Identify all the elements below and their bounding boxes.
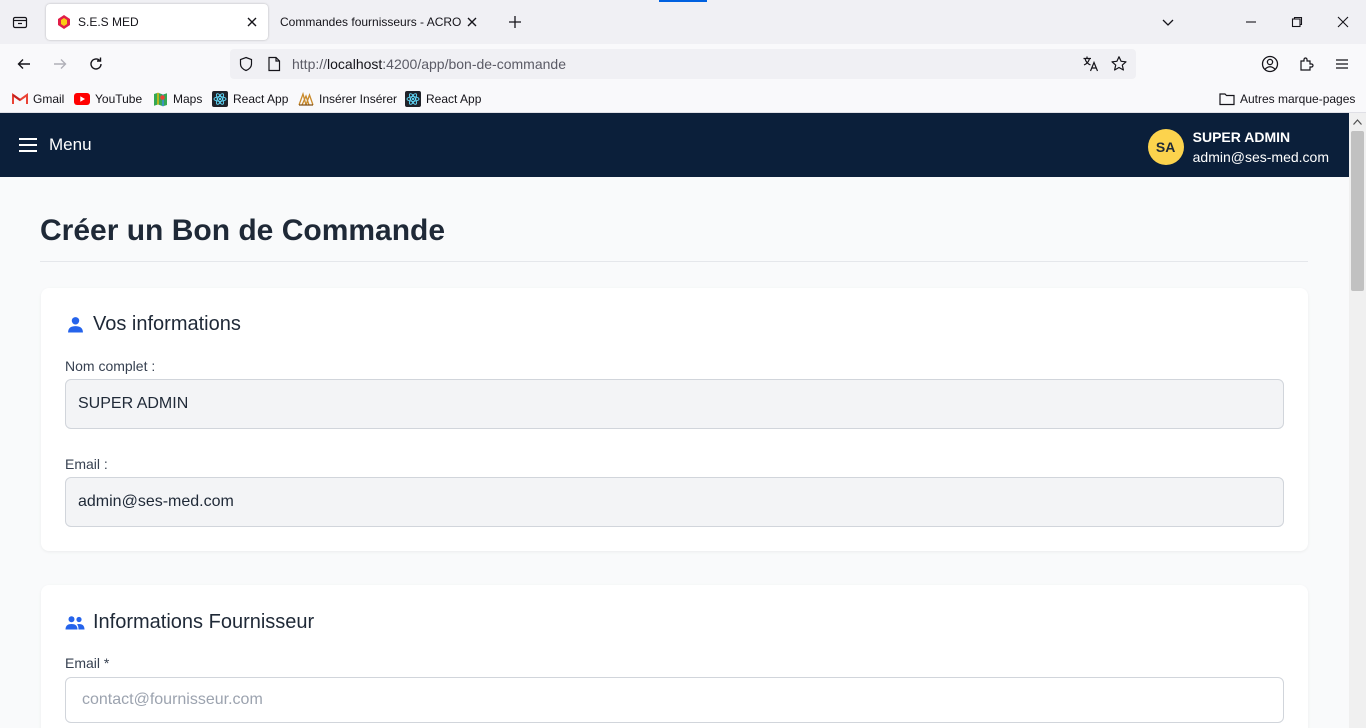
close-window-button[interactable] <box>1331 10 1355 34</box>
url-host: localhost <box>327 56 383 72</box>
react-icon <box>212 91 228 107</box>
bookmark-inserer[interactable]: Insérer Insérer <box>298 90 397 108</box>
users-icon <box>65 613 85 633</box>
your-info-card: Vos informations Nom complet : Email : <box>41 288 1308 551</box>
url-scheme: http:// <box>292 56 328 72</box>
reload-button[interactable] <box>84 52 108 76</box>
bookmarks-bar: Gmail YouTube Maps React App Insérer Ins… <box>0 84 1366 113</box>
close-icon <box>1337 16 1349 28</box>
supplier-email-input[interactable] <box>65 677 1284 723</box>
your-info-heading: Vos informations <box>65 313 241 336</box>
folder-icon <box>1219 91 1235 107</box>
arrow-right-icon <box>54 59 67 69</box>
tab-close-icon[interactable] <box>462 12 482 32</box>
chevron-down-icon <box>1162 19 1174 26</box>
ses-med-favicon-icon <box>58 15 70 29</box>
puzzle-icon <box>1300 57 1314 71</box>
bookmark-label: Maps <box>173 92 203 106</box>
react-icon <box>405 91 421 107</box>
bookmark-label: Insérer Insérer <box>319 92 398 106</box>
back-button[interactable] <box>12 52 36 76</box>
bookmark-youtube[interactable]: YouTube <box>74 90 142 108</box>
avatar: SA <box>1147 129 1184 165</box>
tab-ses-med[interactable]: S.E.S MED <box>46 4 268 40</box>
account-button[interactable] <box>1258 52 1282 76</box>
hamburger-icon <box>1336 59 1348 69</box>
tab-list-button[interactable] <box>8 10 32 34</box>
bookmark-gmail[interactable]: Gmail <box>12 90 64 108</box>
page-scrollbar[interactable] <box>1349 113 1366 728</box>
page-info-icon[interactable] <box>264 54 284 74</box>
minimize-button[interactable] <box>1239 10 1263 34</box>
bookmark-label: Gmail <box>33 92 65 106</box>
tab-close-icon[interactable] <box>242 12 262 32</box>
new-tab-button[interactable] <box>503 10 527 34</box>
youtube-icon <box>74 91 90 107</box>
bookmark-label: React App <box>233 92 289 106</box>
your-info-title: Vos informations <box>93 313 241 335</box>
bookmark-maps[interactable]: Maps <box>152 90 202 108</box>
bookmark-react-app-2[interactable]: React App <box>405 90 481 108</box>
user-details: SUPER ADMIN admin@ses-med.com <box>1193 127 1329 167</box>
full-name-label: Nom complet : <box>65 358 156 374</box>
menu-button[interactable]: Menu <box>18 133 92 157</box>
tab-title: Commandes fournisseurs - ACROBAT <box>280 15 462 29</box>
scroll-up-icon[interactable] <box>1352 116 1363 127</box>
user-icon <box>65 315 85 335</box>
tab-title: S.E.S MED <box>78 15 139 29</box>
bookmark-label: YouTube <box>95 92 143 106</box>
app-header: Menu SA SUPER ADMIN admin@ses-med.com <box>0 113 1349 177</box>
arrow-left-icon <box>17 59 30 69</box>
tab-list-icon <box>12 16 28 29</box>
bookmark-react-app-1[interactable]: React App <box>212 90 288 108</box>
maps-icon <box>152 91 168 107</box>
page-title: Créer un Bon de Commande <box>40 214 446 247</box>
inserer-icon <box>298 91 314 107</box>
app-menu-button[interactable] <box>1330 52 1354 76</box>
full-name-field[interactable] <box>65 379 1284 429</box>
email-label: Email : <box>65 456 108 472</box>
list-all-tabs-button[interactable] <box>1156 10 1180 34</box>
plus-icon <box>509 16 521 28</box>
restore-button[interactable] <box>1285 10 1309 34</box>
url-text[interactable]: http://localhost:4200/app/bon-de-command… <box>292 56 566 72</box>
scroll-thumb[interactable] <box>1351 131 1364 291</box>
supplier-info-heading: Informations Fournisseur <box>65 611 314 634</box>
tab-commandes-fournisseurs[interactable]: Commandes fournisseurs - ACROBAT <box>270 4 488 40</box>
extensions-button[interactable] <box>1294 52 1318 76</box>
shield-icon[interactable] <box>236 54 256 74</box>
url-path: :4200/app/bon-de-commande <box>382 56 566 72</box>
translate-icon[interactable] <box>1081 54 1101 74</box>
supplier-email-label: Email * <box>65 655 110 671</box>
reload-icon <box>90 57 102 70</box>
title-divider <box>40 261 1308 262</box>
hamburger-icon <box>19 138 37 152</box>
tab-indicator <box>659 0 707 2</box>
user-email: admin@ses-med.com <box>1192 149 1329 165</box>
other-bookmarks[interactable]: Autres marque-pages <box>1219 90 1355 108</box>
bookmark-label: Autres marque-pages <box>1240 92 1356 106</box>
address-bar[interactable]: http://localhost:4200/app/bon-de-command… <box>230 49 1136 79</box>
minimize-icon <box>1246 21 1256 23</box>
supplier-info-title: Informations Fournisseur <box>93 611 315 633</box>
menu-label: Menu <box>49 135 92 154</box>
supplier-info-card: Informations Fournisseur Email * <box>41 585 1308 728</box>
account-icon <box>1261 55 1279 73</box>
forward-button[interactable] <box>48 52 72 76</box>
bookmark-label: React App <box>426 92 482 106</box>
user-name: SUPER ADMIN <box>1192 129 1291 145</box>
gmail-icon <box>12 91 28 107</box>
bookmark-star-icon[interactable] <box>1109 54 1129 74</box>
user-profile[interactable]: SA SUPER ADMIN admin@ses-med.com <box>1147 127 1329 167</box>
restore-icon <box>1291 16 1303 28</box>
email-field[interactable] <box>65 477 1284 527</box>
browser-tab-bar: S.E.S MED Commandes fournisseurs - ACROB… <box>0 0 1366 44</box>
